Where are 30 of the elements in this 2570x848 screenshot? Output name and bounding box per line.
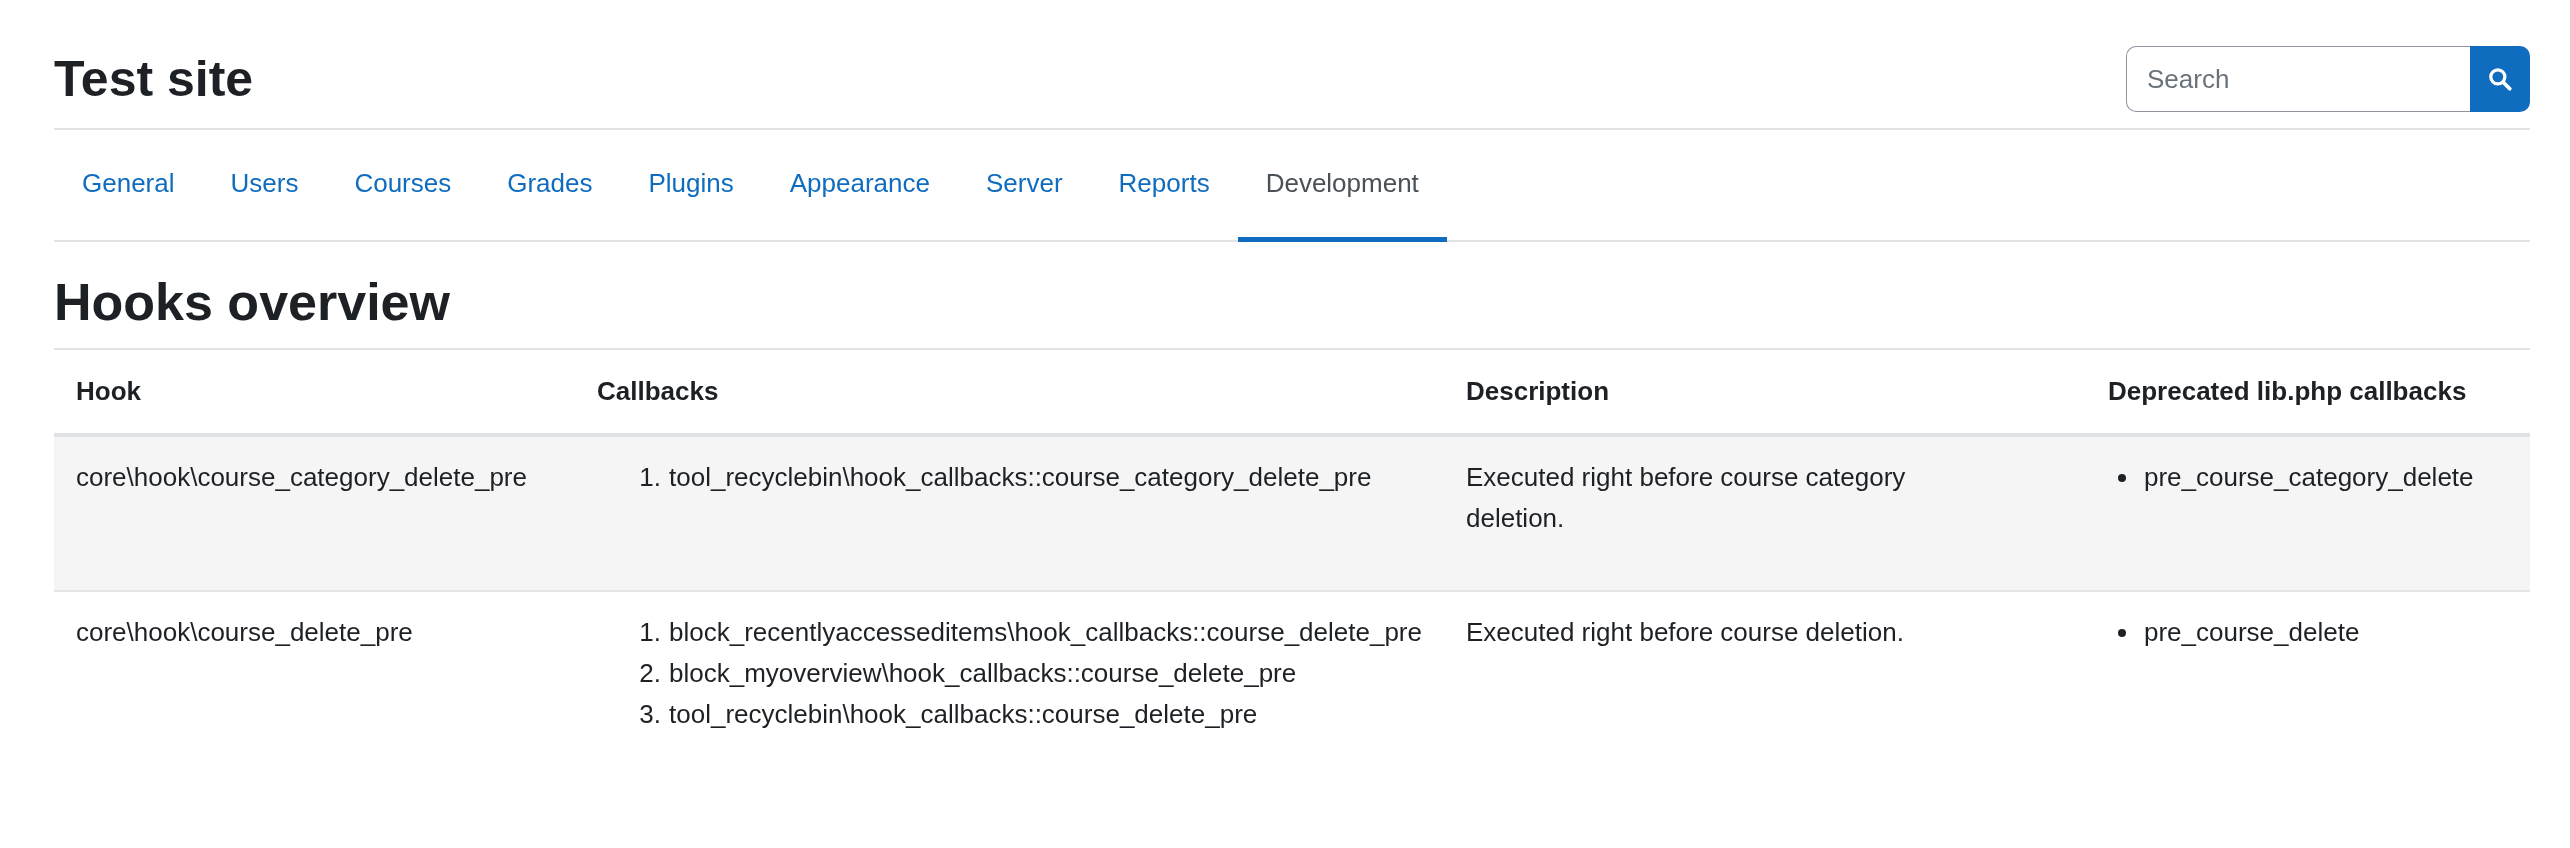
nav-tab[interactable]: Users bbox=[202, 130, 327, 242]
list-number: 3. bbox=[638, 698, 661, 731]
callback-name: tool_recyclebin\hook_callbacks::course_category_delete_pre bbox=[669, 461, 1372, 494]
bullet-icon bbox=[2118, 628, 2126, 637]
callback-name: tool_recyclebin\hook_callbacks::course_delete_pre bbox=[669, 698, 1258, 731]
callback-name: block_myoverview\hook_callbacks::course_delete_pre bbox=[669, 657, 1297, 690]
search-icon bbox=[2487, 66, 2513, 92]
nav-tab[interactable]: Reports bbox=[1090, 130, 1238, 242]
nav-tab[interactable]: Grades bbox=[479, 130, 621, 242]
page-heading: Hooks overview bbox=[54, 272, 451, 333]
description-text: Executed right before course category deletion. bbox=[1466, 461, 1907, 535]
list-number: 2. bbox=[638, 657, 661, 690]
nav-tab[interactable]: Development bbox=[1237, 130, 1447, 242]
deprecated-callback: pre_course_category_delete bbox=[2144, 461, 2474, 494]
site-title: Test site bbox=[54, 50, 254, 108]
list-number: 1. bbox=[638, 616, 661, 649]
hook-name: core\hook\course_delete_pre bbox=[76, 616, 413, 649]
description-text: Executed right before course deletion. bbox=[1466, 616, 1904, 649]
nav-tab[interactable]: Plugins bbox=[620, 130, 762, 242]
nav-tab[interactable]: Appearance bbox=[761, 130, 958, 242]
hook-name: core\hook\course_category_delete_pre bbox=[76, 461, 527, 494]
deprecated-callback: pre_course_delete bbox=[2144, 616, 2360, 649]
callback-name: block_recentlyaccesseditems\hook_callbacks::course_delete_pre bbox=[669, 616, 1422, 649]
bullet-icon bbox=[2118, 473, 2126, 482]
nav-tab[interactable]: Server bbox=[958, 130, 1091, 242]
search-button[interactable] bbox=[2470, 46, 2530, 112]
search-field[interactable]: Search bbox=[2126, 46, 2470, 112]
nav-tab[interactable]: Courses bbox=[326, 130, 480, 242]
nav-tab[interactable]: General bbox=[54, 130, 203, 242]
list-number: 1. bbox=[638, 461, 661, 494]
